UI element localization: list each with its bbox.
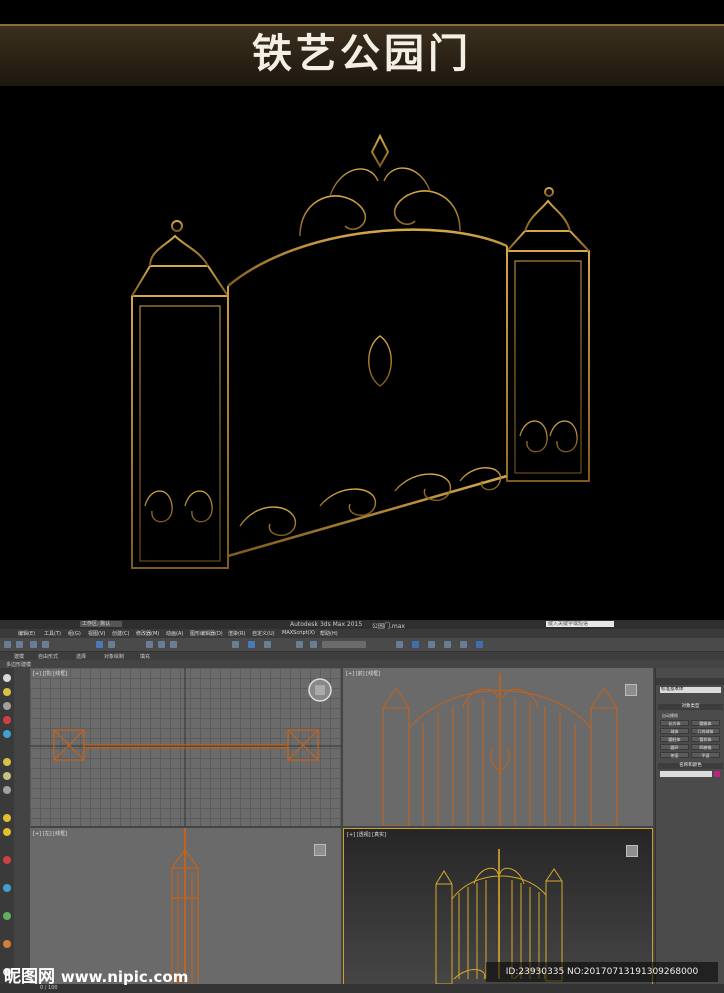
polygon-modeling-label[interactable]: 多边形建模 (6, 661, 31, 668)
menu-graph-editors[interactable]: 图形编辑器(D) (190, 630, 223, 637)
tool-8-icon[interactable] (3, 786, 11, 794)
tube-button[interactable]: 管状体 (691, 736, 720, 742)
render-setup-icon[interactable] (460, 641, 467, 648)
cylinder-button[interactable]: 圆柱体 (660, 736, 689, 742)
tool-2-icon[interactable] (3, 688, 11, 696)
pyramid-button[interactable]: 四棱锥 (691, 744, 720, 750)
sphere-button[interactable]: 球体 (660, 728, 689, 734)
main-toolbar (0, 638, 724, 652)
object-name-field[interactable] (660, 771, 712, 777)
material-editor-icon[interactable] (444, 641, 451, 648)
unlink-icon[interactable] (42, 641, 49, 648)
redo-icon[interactable] (16, 641, 23, 648)
torus-button[interactable]: 圆环 (660, 744, 689, 750)
menu-group[interactable]: 组(G) (68, 630, 81, 637)
named-selection-dropdown[interactable] (322, 641, 366, 648)
tab-populate[interactable]: 填充 (140, 653, 150, 660)
autogrid-checkbox[interactable]: 自动栅格 (662, 713, 678, 719)
curve-editor-icon[interactable] (412, 641, 419, 648)
object-color-swatch[interactable] (714, 771, 720, 777)
tool-11-icon[interactable] (3, 856, 11, 864)
command-panel-tabs[interactable] (656, 678, 724, 685)
angle-snap-icon[interactable] (248, 641, 255, 648)
name-color-rollout[interactable]: 名称和颜色 (658, 763, 723, 769)
tool-1-icon[interactable] (3, 674, 11, 682)
tool-4-icon[interactable] (3, 716, 11, 724)
viewport-front[interactable]: [+] [前] [线框] (343, 668, 653, 826)
menu-modifiers[interactable]: 修改器(M) (136, 630, 159, 637)
link-icon[interactable] (30, 641, 37, 648)
tool-13-icon[interactable] (3, 912, 11, 920)
move-icon[interactable] (146, 641, 153, 648)
menu-bar: 编辑(E) 工具(T) 组(G) 视图(V) 创建(C) 修改器(M) 动画(A… (0, 629, 724, 638)
teapot-button[interactable]: 茶壶 (660, 752, 689, 758)
layer-icon[interactable] (396, 641, 403, 648)
tool-6-icon[interactable] (3, 758, 11, 766)
tool-14-icon[interactable] (3, 940, 11, 948)
tool-7-icon[interactable] (3, 772, 11, 780)
align-icon[interactable] (310, 641, 317, 648)
workspace-selector[interactable]: 工作区: 默认 (80, 621, 122, 627)
search-input[interactable]: 键入关键字或短语 (546, 621, 614, 627)
nipic-watermark: 昵图网 www.nipic.com (4, 962, 188, 987)
menu-tools[interactable]: 工具(T) (44, 630, 61, 637)
menu-edit[interactable]: 编辑(E) (18, 630, 35, 637)
rotate-icon[interactable] (158, 641, 165, 648)
menu-customize[interactable]: 自定义(U) (252, 630, 275, 637)
tool-5-icon[interactable] (3, 730, 11, 738)
select-by-name-icon[interactable] (108, 641, 115, 648)
menu-animation[interactable]: 动画(A) (166, 630, 183, 637)
menu-rendering[interactable]: 渲染(R) (228, 630, 245, 637)
command-panel: 标准基本体 对象类型 自动栅格 长方体 圆锥体 球体 几何球体 圆柱体 管状体 … (655, 668, 724, 993)
menu-maxscript[interactable]: MAXScript(X) (282, 630, 315, 636)
tab-object-paint[interactable]: 对象绘制 (104, 653, 124, 660)
menu-create[interactable]: 创建(C) (112, 630, 129, 637)
gate-render (0, 86, 724, 620)
left-toolbar (0, 668, 14, 993)
undo-icon[interactable] (4, 641, 11, 648)
tab-modeling[interactable]: 建模 (14, 653, 24, 660)
front-view-wireframe (382, 673, 618, 826)
object-type-rollout[interactable]: 对象类型 (658, 704, 723, 710)
geosphere-button[interactable]: 几何球体 (691, 728, 720, 734)
iron-gate-illustration (131, 133, 590, 569)
percent-snap-icon[interactable] (264, 641, 271, 648)
ribbon-subpanel: 多边形建模 (0, 660, 724, 668)
schematic-icon[interactable] (428, 641, 435, 648)
watermark-url: www.nipic.com (60, 968, 189, 986)
render-icon[interactable] (476, 641, 483, 648)
watermark-cn: 昵图网 (4, 967, 55, 987)
select-icon[interactable] (96, 641, 103, 648)
mirror-icon[interactable] (296, 641, 303, 648)
banner-title: 铁艺公园门 (252, 31, 472, 77)
box-button[interactable]: 长方体 (660, 720, 689, 726)
ribbon-tabs: 建模 自由形式 选择 对象绘制 填充 (0, 652, 724, 660)
scale-icon[interactable] (170, 641, 177, 648)
tab-freeform[interactable]: 自由形式 (38, 653, 58, 660)
menu-views[interactable]: 视图(V) (88, 630, 105, 637)
menu-help[interactable]: 帮助(H) (320, 630, 338, 637)
tab-selection[interactable]: 选择 (76, 653, 86, 660)
tool-12-icon[interactable] (3, 884, 11, 892)
snap-icon[interactable] (232, 641, 239, 648)
plane-button[interactable]: 平面 (691, 752, 720, 758)
top-view-wireframe (30, 668, 341, 826)
3dsmax-window: 工作区: 默认 Autodesk 3ds Max 2015 公园门.max 键入… (0, 620, 724, 993)
title-bar: 工作区: 默认 Autodesk 3ds Max 2015 公园门.max 键入… (0, 620, 724, 630)
tool-9-icon[interactable] (3, 814, 11, 822)
primitive-type-dropdown[interactable]: 标准基本体 (660, 687, 721, 693)
cone-button[interactable]: 圆锥体 (691, 720, 720, 726)
viewport-top[interactable]: [+] [顶] [线框] (30, 668, 341, 826)
tool-3-icon[interactable] (3, 702, 11, 710)
image-id-text: ID:23930335 NO:20170713191309268000 (486, 962, 718, 982)
tool-10-icon[interactable] (3, 828, 11, 836)
app-title: Autodesk 3ds Max 2015 (290, 621, 363, 628)
title-banner: 铁艺公园门 (0, 0, 724, 88)
